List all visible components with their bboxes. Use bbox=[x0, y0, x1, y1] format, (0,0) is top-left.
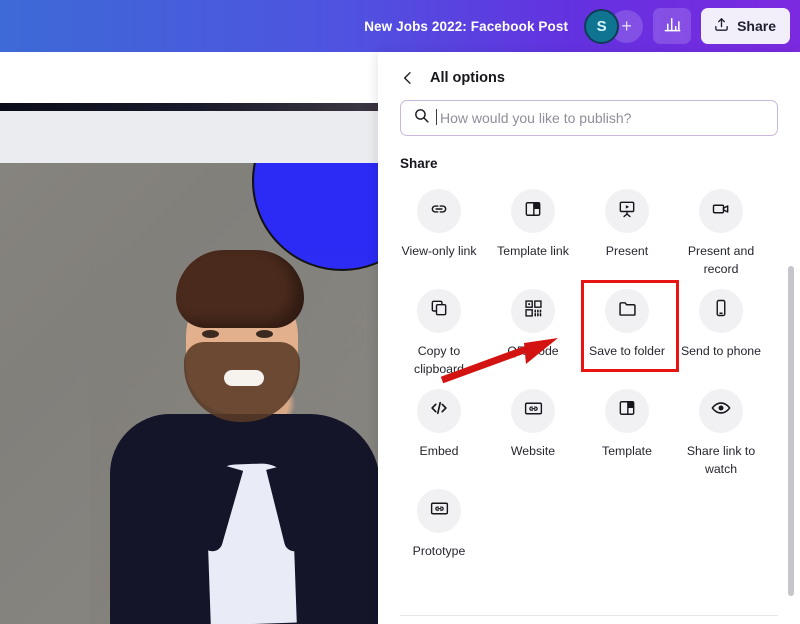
option-label: QR Code bbox=[507, 343, 559, 358]
search-icon bbox=[413, 107, 430, 129]
share-section-label: Share bbox=[400, 156, 438, 171]
prototype-icon bbox=[429, 498, 450, 524]
option-label: Send to phone bbox=[680, 343, 761, 358]
eye-icon bbox=[710, 397, 732, 424]
option-present-and-record[interactable]: Present and record bbox=[674, 179, 768, 279]
option-label: Template bbox=[602, 443, 652, 458]
option-save-to-folder[interactable]: Save to folder bbox=[580, 279, 679, 379]
template-icon bbox=[617, 398, 637, 423]
option-view-only-link[interactable]: View-only link bbox=[392, 179, 486, 279]
share-options-panel: All options How would you like to publis… bbox=[378, 52, 800, 624]
option-template[interactable]: Template bbox=[580, 379, 674, 479]
option-icon-wrap bbox=[605, 388, 649, 433]
mouth-shape bbox=[224, 370, 264, 386]
option-send-to-phone[interactable]: Send to phone bbox=[674, 279, 768, 379]
option-icon-wrap bbox=[605, 189, 649, 233]
option-qr-code[interactable]: QR Code bbox=[486, 279, 580, 379]
option-label: Template link bbox=[497, 244, 569, 258]
analytics-button[interactable] bbox=[653, 8, 692, 44]
option-icon-wrap bbox=[511, 189, 555, 233]
avatar[interactable]: S bbox=[584, 8, 620, 44]
option-icon-wrap bbox=[417, 288, 461, 333]
option-label: Share link to watch bbox=[686, 443, 756, 477]
collaborators-group: S + bbox=[584, 8, 644, 44]
option-prototype[interactable]: Prototype bbox=[392, 479, 486, 560]
option-label: Embed bbox=[419, 443, 459, 458]
app-root: New Jobs 2022: Facebook Post S + Share A… bbox=[0, 0, 800, 624]
template-icon bbox=[523, 199, 543, 224]
person-photo bbox=[90, 244, 390, 624]
panel-scrollbar[interactable] bbox=[788, 266, 794, 596]
document-title[interactable]: New Jobs 2022: Facebook Post bbox=[364, 19, 568, 34]
option-icon-wrap bbox=[417, 189, 461, 233]
option-icon-wrap bbox=[699, 189, 743, 233]
upload-icon bbox=[713, 16, 730, 36]
option-icon-wrap bbox=[605, 288, 649, 333]
presentation-icon bbox=[617, 199, 637, 224]
option-icon-wrap bbox=[699, 288, 743, 333]
share-options-grid: View-only link Template link Present Pre… bbox=[392, 179, 786, 560]
option-template-link[interactable]: Template link bbox=[486, 179, 580, 279]
eye-right bbox=[256, 330, 273, 338]
video-camera-icon bbox=[711, 199, 731, 224]
folder-icon bbox=[617, 298, 638, 324]
option-website[interactable]: Website bbox=[486, 379, 580, 479]
website-icon bbox=[523, 398, 544, 424]
option-share-link-to-watch[interactable]: Share link to watch bbox=[674, 379, 768, 479]
code-icon bbox=[428, 397, 450, 424]
option-label: Prototype bbox=[412, 543, 466, 558]
option-copy-to-clipboard[interactable]: Copy to clipboard bbox=[392, 279, 486, 379]
hair-shape bbox=[176, 250, 304, 328]
qr-code-icon bbox=[523, 298, 544, 324]
option-icon-wrap bbox=[417, 388, 461, 433]
option-label: Save to folder bbox=[589, 343, 665, 358]
panel-header: All options bbox=[378, 52, 800, 86]
option-label: Website bbox=[510, 443, 556, 458]
share-button-label: Share bbox=[737, 18, 776, 34]
option-label: Present bbox=[605, 244, 649, 258]
option-label: Present and record bbox=[687, 244, 755, 277]
option-embed[interactable]: Embed bbox=[392, 379, 486, 479]
panel-bottom-divider bbox=[400, 615, 778, 616]
option-icon-wrap bbox=[417, 488, 461, 533]
option-label: View-only link bbox=[401, 244, 477, 258]
option-icon-wrap bbox=[511, 388, 555, 433]
option-icon-wrap bbox=[699, 388, 743, 433]
mobile-phone-icon bbox=[711, 298, 731, 323]
share-button[interactable]: Share bbox=[701, 8, 790, 44]
search-input[interactable]: How would you like to publish? bbox=[400, 100, 778, 136]
option-icon-wrap bbox=[511, 288, 555, 333]
search-placeholder: How would you like to publish? bbox=[435, 109, 632, 126]
option-present[interactable]: Present bbox=[580, 179, 674, 279]
chevron-left-icon[interactable] bbox=[400, 70, 416, 86]
design-artboard[interactable]: Are ng TUNITY bbox=[0, 163, 390, 624]
top-bar: New Jobs 2022: Facebook Post S + Share bbox=[0, 0, 800, 52]
bar-chart-icon bbox=[663, 14, 682, 38]
panel-title: All options bbox=[430, 70, 505, 86]
link-icon bbox=[429, 199, 449, 224]
copy-icon bbox=[429, 298, 449, 323]
eye-left bbox=[202, 330, 219, 338]
option-label: Copy to clipboard bbox=[414, 343, 464, 377]
